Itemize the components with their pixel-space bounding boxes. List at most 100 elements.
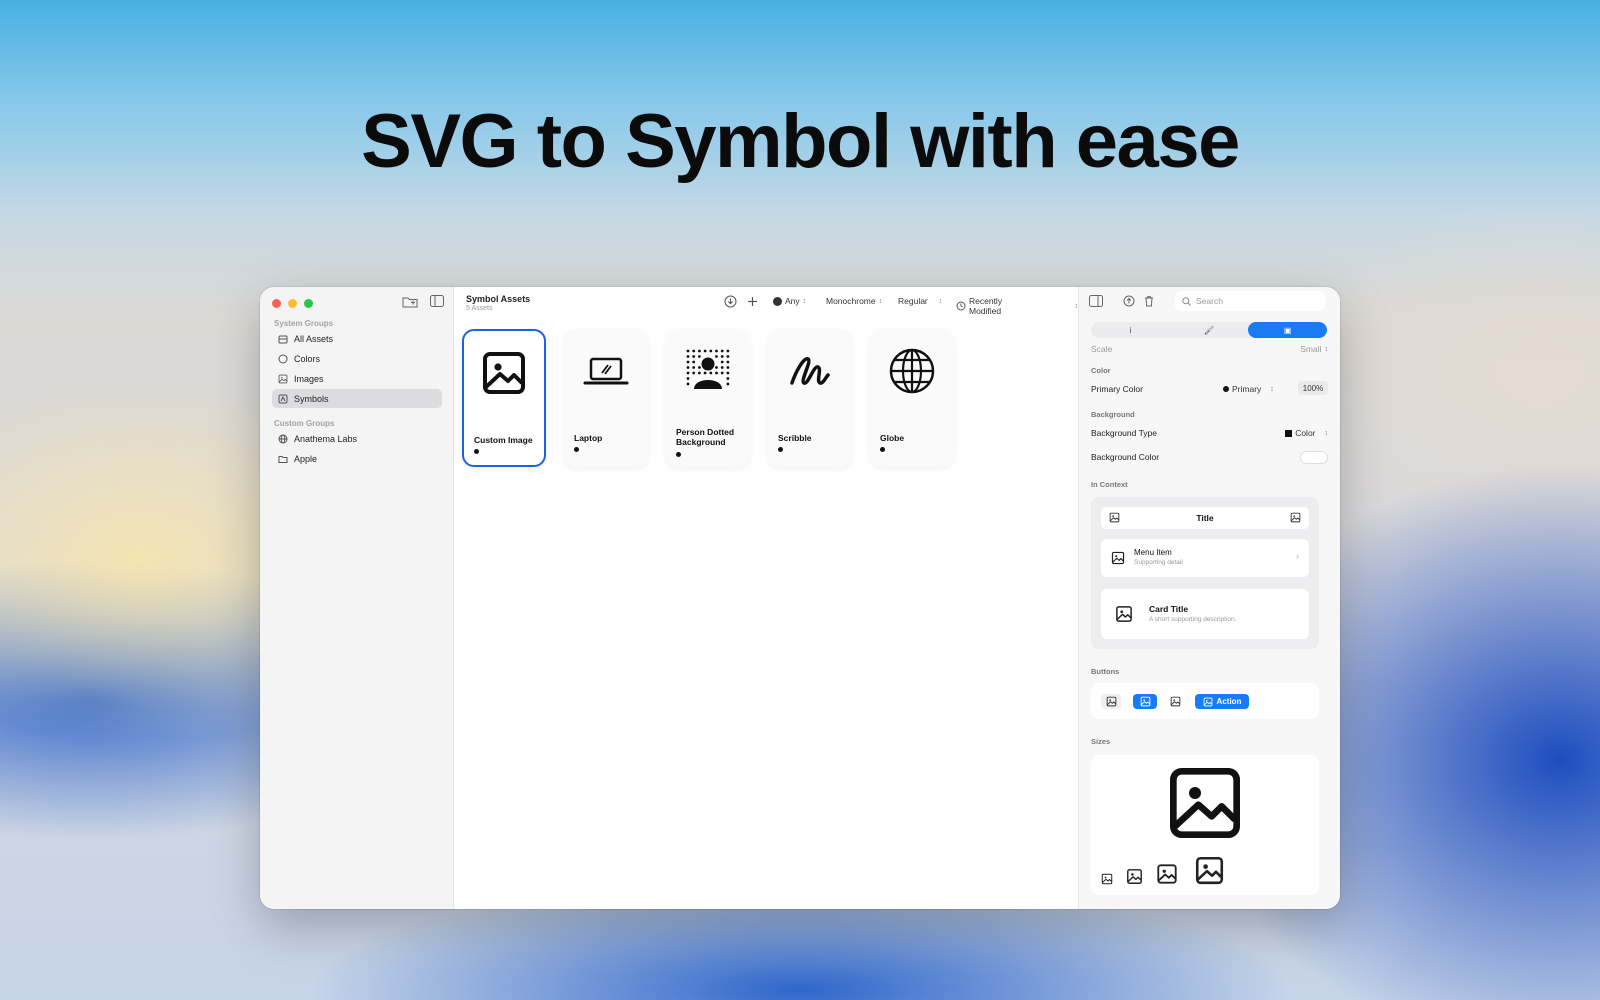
asset-card-globe[interactable]: Globe bbox=[870, 329, 954, 467]
card-name: Laptop bbox=[574, 433, 603, 443]
tab-info[interactable]: i bbox=[1091, 322, 1170, 338]
custom-groups-label: Custom Groups bbox=[274, 419, 335, 428]
laptop-icon bbox=[582, 347, 630, 395]
card-name: Scribble bbox=[778, 433, 812, 443]
search-icon bbox=[1182, 296, 1191, 306]
color-dot bbox=[574, 447, 579, 452]
card-name: Person Dotted Background bbox=[676, 427, 735, 447]
context-card-title: Card Title bbox=[1149, 604, 1189, 614]
sidebar-item-symbols[interactable]: Symbols bbox=[272, 389, 442, 408]
chevron-updown-icon: ↕ bbox=[1324, 429, 1329, 437]
background-section-label: Background bbox=[1091, 410, 1135, 419]
action-button-label: Action bbox=[1216, 697, 1242, 706]
photo-icon bbox=[1111, 551, 1125, 565]
photo-icon bbox=[1170, 696, 1181, 707]
sidebar-item-apple[interactable]: Apple bbox=[272, 449, 442, 468]
sidebar-item-colors[interactable]: Colors bbox=[272, 349, 442, 368]
buttons-section-label: Buttons bbox=[1091, 667, 1120, 676]
in-context-preview: Title Menu Item Supporting detail › Card… bbox=[1091, 497, 1319, 649]
preview-icon: ▣ bbox=[1283, 325, 1292, 335]
context-title-bar: Title bbox=[1101, 507, 1309, 529]
photo-icon-medium bbox=[1156, 863, 1178, 885]
mode-select[interactable]: Monochrome ↕ bbox=[826, 296, 882, 306]
background-type-select[interactable]: Color ↕ bbox=[1285, 428, 1328, 438]
search-field[interactable]: Search bbox=[1175, 291, 1325, 311]
sidebar-item-label: Symbols bbox=[294, 393, 329, 404]
photo-icon bbox=[1106, 696, 1117, 707]
photo-icon-large bbox=[1165, 763, 1245, 843]
scale-label: Scale bbox=[1091, 344, 1113, 354]
chevron-updown-icon: ↕ bbox=[1324, 345, 1329, 353]
rendering-value: Any bbox=[785, 296, 800, 306]
asset-card-laptop[interactable]: Laptop bbox=[564, 329, 648, 467]
tab-preview[interactable]: ▣ bbox=[1248, 322, 1328, 338]
add-icon[interactable] bbox=[746, 295, 760, 309]
chevron-updown-icon: ↕ bbox=[878, 297, 883, 305]
weight-value: Regular bbox=[898, 296, 928, 306]
photo-icon bbox=[480, 349, 528, 397]
color-dot bbox=[474, 449, 479, 454]
sizes-section-label: Sizes bbox=[1091, 737, 1111, 746]
background-type-value: Color bbox=[1295, 428, 1316, 438]
zoom-window-button[interactable] bbox=[304, 299, 313, 308]
inspector-panel: Search i 🖌︎ ▣ Scale Small ↕ Color Primar… bbox=[1078, 287, 1340, 909]
sidebar-item-anathema-labs[interactable]: Anathema Labs bbox=[272, 429, 442, 448]
system-groups-label: System Groups bbox=[274, 319, 334, 328]
background-color-well[interactable] bbox=[1300, 451, 1328, 464]
scribble-icon bbox=[786, 347, 834, 395]
trash-icon[interactable] bbox=[1143, 295, 1155, 307]
opacity-field[interactable]: 100% bbox=[1298, 381, 1328, 395]
sort-value: Recently Modified bbox=[969, 296, 1003, 316]
photo-icon-xsmall bbox=[1101, 873, 1113, 885]
chevron-updown-icon: ↕ bbox=[802, 297, 807, 305]
rendering-swatch bbox=[773, 296, 782, 306]
sidebar-item-label: Apple bbox=[294, 453, 318, 464]
tab-style[interactable]: 🖌︎ bbox=[1170, 322, 1249, 338]
context-menu-item: Menu Item Supporting detail › bbox=[1101, 539, 1309, 577]
clock-icon bbox=[956, 301, 966, 311]
export-icon[interactable] bbox=[1123, 295, 1135, 307]
sidebar-item-label: Images bbox=[294, 373, 324, 384]
chevron-updown-icon: ↕ bbox=[1270, 385, 1274, 393]
paintbrush-icon: 🖌︎ bbox=[1203, 325, 1215, 335]
context-card-description: A short supporting description. bbox=[1149, 616, 1237, 623]
asset-card-scribble[interactable]: Scribble bbox=[768, 329, 852, 467]
close-window-button[interactable] bbox=[272, 299, 281, 308]
asset-card-person-dotted-background[interactable]: Person Dotted Background bbox=[666, 329, 750, 467]
rendering-select[interactable]: Any ↕ bbox=[773, 296, 806, 306]
minimize-window-button[interactable] bbox=[288, 299, 297, 308]
chevron-right-icon: › bbox=[1296, 551, 1299, 561]
background-color-label: Background Color bbox=[1091, 452, 1160, 462]
symbol-icon bbox=[278, 394, 288, 404]
sort-select[interactable]: Recently Modified ↕ bbox=[956, 296, 1078, 316]
asset-card-custom-image[interactable]: Custom Image bbox=[462, 329, 546, 467]
filled-icon-button[interactable] bbox=[1133, 694, 1157, 709]
plain-icon-button[interactable] bbox=[1101, 694, 1121, 709]
sizes-preview bbox=[1091, 755, 1319, 895]
action-button[interactable]: Action bbox=[1195, 694, 1249, 709]
sidebar-item-images[interactable]: Images bbox=[272, 369, 442, 388]
photo-icon-small bbox=[1126, 868, 1143, 885]
photo-icon bbox=[278, 374, 288, 384]
download-icon[interactable] bbox=[724, 295, 738, 309]
new-folder-icon[interactable] bbox=[402, 295, 420, 311]
in-context-section-label: In Context bbox=[1091, 480, 1128, 489]
sidebar-toggle-icon[interactable] bbox=[430, 295, 448, 311]
inspector-toggle-icon[interactable] bbox=[1089, 295, 1103, 307]
photo-icon-big bbox=[1194, 855, 1225, 886]
sidebar-item-label: Anathema Labs bbox=[294, 433, 358, 444]
borderless-icon-button[interactable] bbox=[1167, 694, 1183, 709]
color-dot bbox=[880, 447, 885, 452]
sidebar-item-all-assets[interactable]: All Assets bbox=[272, 329, 442, 348]
color-dot bbox=[778, 447, 783, 452]
primary-color-select[interactable]: Primary ↕ bbox=[1223, 384, 1274, 394]
search-placeholder: Search bbox=[1196, 296, 1223, 306]
weight-select[interactable]: Regular ↕ bbox=[898, 296, 942, 306]
globe-icon bbox=[888, 347, 936, 395]
asset-browser: Symbol Assets 5 Assets Any ↕ Monochrome … bbox=[454, 287, 1078, 909]
mode-value: Monochrome bbox=[826, 296, 876, 306]
card-name: Globe bbox=[880, 433, 905, 443]
photo-icon bbox=[1203, 697, 1213, 707]
scale-select[interactable]: Small ↕ bbox=[1300, 344, 1328, 354]
headline: SVG to Symbol with ease bbox=[361, 99, 1240, 184]
